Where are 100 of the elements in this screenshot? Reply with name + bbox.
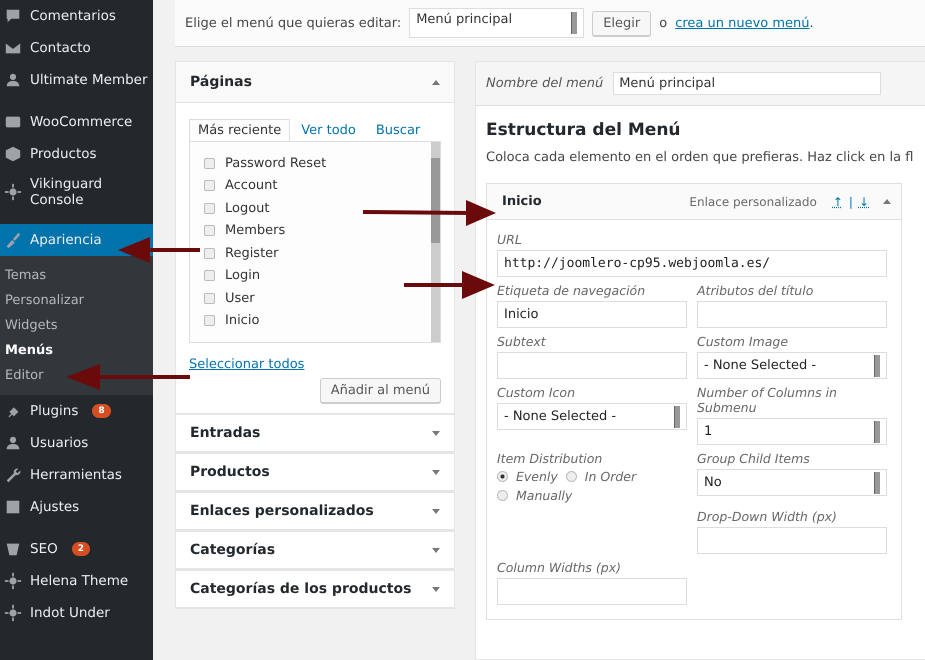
item-type: Enlace personalizado xyxy=(689,194,817,208)
sidebar-item[interactable]: Indot Under xyxy=(0,597,153,629)
cube-icon xyxy=(4,145,22,163)
page-label: Inicio xyxy=(225,313,260,328)
person-icon xyxy=(4,434,22,452)
select-field[interactable]: 1 xyxy=(697,418,887,445)
sidebar-label: WooCommerce xyxy=(30,114,132,130)
sidebar-item[interactable]: Comentarios xyxy=(0,0,153,32)
checkbox[interactable] xyxy=(204,202,215,214)
select-field[interactable]: - None Selected - xyxy=(697,352,887,379)
page-label: Password Reset xyxy=(225,156,326,171)
field-label: Group Child Items xyxy=(697,451,811,466)
field-label: Column Widths (px) xyxy=(497,560,622,575)
expand-icon xyxy=(432,548,440,552)
create-menu-link[interactable]: crea un nuevo menú xyxy=(675,16,810,30)
field-label: Custom Image xyxy=(697,334,790,349)
radio-label: Evenly xyxy=(516,469,558,484)
checkbox[interactable] xyxy=(204,315,215,326)
checkbox[interactable] xyxy=(204,292,215,304)
sidebar-label: Helena Theme xyxy=(30,573,128,589)
accordion-header[interactable]: Páginas xyxy=(176,62,454,103)
sidebar-item[interactable]: Ultimate Member xyxy=(0,64,153,96)
sidebar-item[interactable]: Productos xyxy=(0,138,153,170)
field-label: Item Distribution xyxy=(497,451,604,466)
page-label: Login xyxy=(225,268,260,284)
text-field[interactable] xyxy=(497,578,687,605)
submenu-item[interactable]: Editor xyxy=(0,363,153,388)
select-label: Elige el menú que quieras editar: xyxy=(185,16,402,30)
sidebar-label: Herramientas xyxy=(30,467,122,483)
gear-icon xyxy=(4,604,22,622)
collapse-icon[interactable] xyxy=(883,199,891,204)
select-field[interactable]: No xyxy=(697,469,887,496)
move-up-link[interactable]: ↑ xyxy=(832,194,843,208)
submenu-item[interactable]: Temas xyxy=(0,263,153,288)
sidebar-label: Comentarios xyxy=(30,8,116,24)
sidebar-item[interactable]: Herramientas xyxy=(0,459,153,491)
field-label: Drop-Down Width (px) xyxy=(697,509,838,524)
field-label: Atributos del título xyxy=(697,283,814,298)
field-label: Nombre del menú xyxy=(486,76,604,91)
sidebar-item[interactable]: Helena Theme xyxy=(0,565,153,597)
radio-button[interactable] xyxy=(566,471,577,482)
sidebar-item[interactable]: Usuarios xyxy=(0,427,153,459)
text-field[interactable] xyxy=(697,301,887,328)
gear-icon xyxy=(4,183,22,201)
choose-button[interactable]: Elegir xyxy=(592,10,652,36)
page-label: Members xyxy=(225,223,286,238)
checkbox[interactable] xyxy=(204,248,215,259)
page-label: Account xyxy=(225,178,278,194)
sidebar-item[interactable]: Ajustes xyxy=(0,491,153,523)
sidebar-item[interactable]: WooCommerce xyxy=(0,106,153,138)
sidebar-label: Vikinguard Console xyxy=(30,176,104,208)
page-label: Logout xyxy=(225,200,270,216)
description-text: Coloca cada elemento en el orden que prefieras. Haz click en la fl xyxy=(486,150,914,165)
sidebar-item[interactable]: SEO 2 xyxy=(0,533,153,565)
field-label: Subtext xyxy=(497,334,547,349)
checkbox[interactable] xyxy=(204,180,215,192)
sidebar-label: SEO xyxy=(30,541,58,557)
sidebar-item[interactable]: Plugins 8 xyxy=(0,395,153,427)
menu-name-field[interactable]: Menú principal xyxy=(613,72,882,95)
field-label: Etiqueta de navegación xyxy=(497,283,646,298)
select-all-link[interactable]: Seleccionar todos xyxy=(189,357,304,372)
submenu-item[interactable]: Widgets xyxy=(0,313,153,338)
submenu-item[interactable]: Menús xyxy=(0,338,153,363)
move-down-link[interactable]: ↓ xyxy=(858,194,869,208)
separator-text: | xyxy=(848,194,853,208)
select-field[interactable]: - None Selected - xyxy=(497,403,687,430)
tab[interactable]: Más reciente xyxy=(189,119,290,141)
item-title: Inicio xyxy=(502,194,543,209)
tab[interactable]: Ver todo xyxy=(292,119,365,141)
wrench-icon xyxy=(4,466,22,484)
sidebar-item[interactable]: Vikinguard Console xyxy=(0,170,153,214)
checkbox[interactable] xyxy=(204,270,215,282)
expand-icon xyxy=(432,508,440,514)
add-to-menu-button[interactable]: Añadir al menú xyxy=(320,378,441,403)
gear-icon xyxy=(4,572,22,590)
checkbox[interactable] xyxy=(204,158,215,169)
tab[interactable]: Buscar xyxy=(366,119,430,141)
expand-icon xyxy=(432,430,440,436)
field-label: Number of Columns in Submenu xyxy=(697,385,838,415)
menu-item-header[interactable]: Inicio Enlace personalizado ↑ | ↓ xyxy=(487,184,901,220)
person-icon xyxy=(4,71,22,89)
checkbox[interactable] xyxy=(204,225,215,236)
text-field[interactable] xyxy=(497,352,687,379)
sidebar-item[interactable]: Contacto xyxy=(0,32,153,64)
sidebar-item[interactable]: Apariencia xyxy=(0,224,153,256)
text-field[interactable] xyxy=(697,527,887,554)
submenu-item[interactable]: Personalizar xyxy=(0,288,153,313)
page-label: Register xyxy=(225,246,279,261)
sidebar-label: Contacto xyxy=(30,40,91,56)
text-field[interactable]: http://joomlero-cp95.webjoomla.es/ xyxy=(497,250,887,277)
expand-icon xyxy=(432,586,440,592)
scrollbar[interactable] xyxy=(431,142,440,342)
count-badge: 8 xyxy=(92,404,111,418)
period-text: . xyxy=(810,16,814,30)
sidebar-label: Usuarios xyxy=(30,435,88,451)
speech-bubble-icon xyxy=(4,7,22,25)
radio-button[interactable] xyxy=(497,490,508,501)
text-field[interactable]: Inicio xyxy=(497,301,687,328)
radio-button[interactable] xyxy=(497,471,508,482)
menu-select[interactable]: Menú principal xyxy=(409,8,584,38)
